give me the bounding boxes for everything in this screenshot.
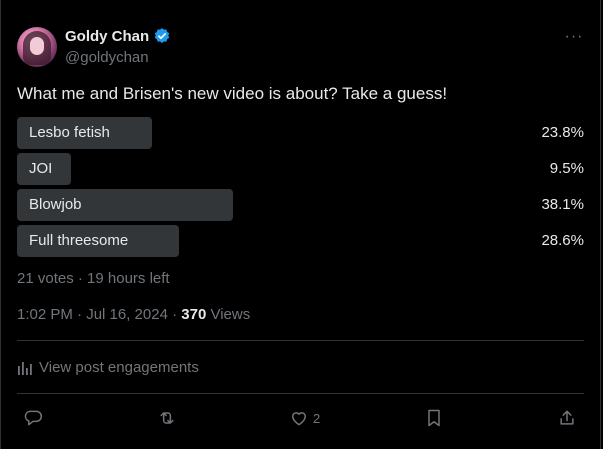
like-button[interactable]: 2 (289, 405, 320, 431)
divider (17, 393, 584, 394)
share-button[interactable] (557, 405, 577, 431)
like-count: 2 (313, 410, 321, 426)
poll-option-percent: 9.5% (549, 160, 584, 177)
poll-option-label: JOI (29, 160, 53, 177)
poll-option-label: Full threesome (29, 232, 129, 249)
poll-option-percent: 23.8% (541, 124, 584, 141)
timestamp-time[interactable]: 1:02 PM · Jul 16, 2024 · (17, 306, 181, 323)
poll-option-label: Blowjob (29, 196, 82, 213)
avatar[interactable] (17, 27, 57, 67)
poll-option: Blowjob 38.1% (17, 189, 584, 221)
verified-badge-icon (154, 28, 170, 43)
share-icon (560, 410, 574, 425)
repost-button[interactable] (157, 405, 177, 431)
poll-option: JOI 9.5% (17, 153, 584, 185)
divider (17, 340, 584, 341)
poll-option: Full threesome 28.6% (17, 225, 584, 257)
poll-meta: 21 votes · 19 hours left (17, 270, 170, 287)
more-icon[interactable]: ··· (563, 26, 585, 48)
author-handle[interactable]: @goldychan (65, 49, 149, 66)
avatar-face (30, 37, 44, 55)
poll-option: Lesbo fetish 23.8% (17, 117, 584, 149)
poll-option-label: Lesbo fetish (29, 124, 110, 141)
engagements-label: View post engagements (39, 359, 199, 376)
author-name-row: Goldy Chan (65, 27, 171, 45)
author-name[interactable]: Goldy Chan (65, 28, 149, 45)
poll-option-percent: 28.6% (541, 232, 584, 249)
reply-button[interactable] (23, 405, 43, 431)
bookmark-icon (428, 409, 440, 427)
analytics-icon (18, 361, 32, 375)
views-label: Views (206, 306, 251, 323)
repost-icon (160, 412, 174, 424)
like-icon (292, 412, 306, 426)
post-text: What me and Brisen's new video is about?… (17, 84, 448, 103)
poll-option-percent: 38.1% (541, 196, 584, 213)
view-engagements-link[interactable]: View post engagements (17, 359, 199, 376)
views-count: 370 (181, 306, 207, 323)
action-bar: 2 (17, 405, 584, 431)
post-timestamp: 1:02 PM · Jul 16, 2024 · 370 Views (17, 306, 250, 323)
bookmark-button[interactable] (424, 405, 444, 431)
reply-icon (24, 410, 43, 426)
